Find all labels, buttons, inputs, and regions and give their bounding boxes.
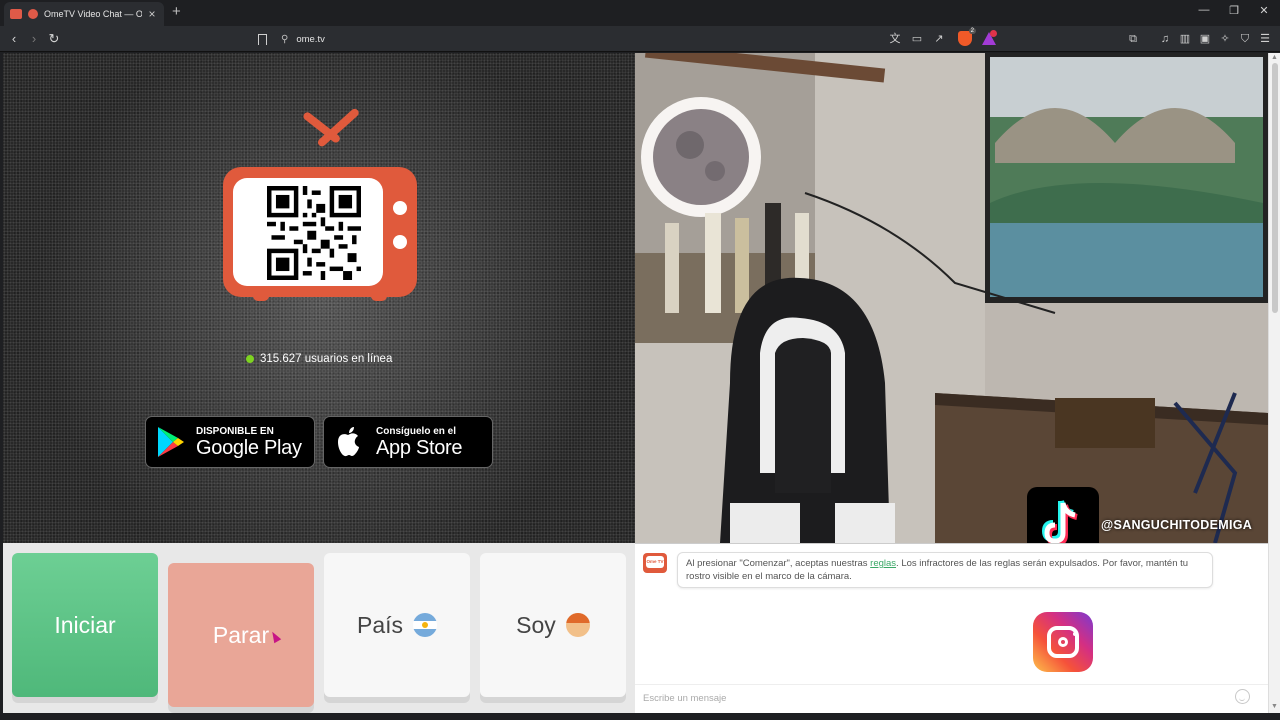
reload-icon[interactable]: ↻ [46,30,62,48]
emoji-icon[interactable] [1235,689,1250,704]
tv-screen [233,178,383,286]
cast-icon[interactable]: ▭ [910,32,924,46]
tab-title: OmeTV Video Chat — Omeg [44,9,142,19]
omnibox[interactable]: ⚲ ome.tv [258,29,998,49]
stranger-video-panel: 315.627 usuarios en línea DISPONIBLE EN … [3,53,635,543]
start-label: Iniciar [54,611,116,638]
url-text[interactable]: ome.tv [296,34,325,45]
sidebar-icon[interactable]: ▥ [1178,32,1192,46]
ometv-chat-logo-icon: Ome TV [643,553,667,573]
online-users: 315.627 usuarios en línea [246,353,392,365]
instagram-flash [1073,632,1077,636]
tiktok-handle-overlay: @SANGUCHITODEMIGA [1101,518,1253,532]
minimize-icon[interactable]: — [1196,4,1212,16]
argentina-flag-icon [413,613,438,637]
google-play-small-text: DISPONIBLE EN [196,425,274,437]
scroll-thumb[interactable] [1272,63,1278,313]
address-bar: ‹ › ↻ ⚲ ome.tv 文 ▭ ↗ 2 ⧉ ♫ ▥ ▣ ✧ ⛉ ☰ [0,26,1280,52]
webcam-scene [635,53,1268,543]
ometv-favicon-icon [10,9,22,19]
instagram-lens [1058,637,1068,647]
google-play-button[interactable]: DISPONIBLE EN Google Play [145,416,315,468]
app-store-small-text: Consíguelo en el [376,425,457,437]
wallet-icon[interactable]: ▣ [1198,32,1212,46]
ometv-page: 315.627 usuarios en línea DISPONIBLE EN … [3,53,1268,713]
chat-panel: Ome TV Al presionar "Comenzar", aceptas … [635,543,1268,713]
gender-button[interactable]: Soy [480,553,626,697]
start-button[interactable]: Iniciar [12,553,158,697]
brave-shields-icon[interactable]: 2 [958,28,976,46]
close-tab-icon[interactable]: × [146,7,158,21]
rewards-notification-badge [990,30,997,37]
translate-icon[interactable]: 文 [888,32,902,46]
tv-leg [253,291,269,301]
google-play-big-text: Google Play [196,436,302,459]
vpn-icon[interactable]: ⛉ [1238,32,1252,46]
instagram-icon [1033,612,1093,672]
chat-logo-text: Ome TV [646,556,664,568]
tiktok-logo [1041,500,1078,543]
tiktok-icon [1027,487,1099,543]
tv-knob [393,235,407,249]
instagram-camera-outline [1047,626,1079,658]
close-window-icon[interactable]: ✕ [1256,4,1272,17]
new-tab-button[interactable]: + [172,4,181,20]
share-icon[interactable]: ↗ [932,32,946,46]
tv-body [223,167,417,297]
country-button[interactable]: País [324,553,470,697]
forward-icon[interactable]: › [26,30,42,48]
audio-playing-icon[interactable] [28,9,38,19]
stop-label: Parar [212,621,270,648]
tab-bar: OmeTV Video Chat — Omeg × + — ❐ ✕ [0,0,1280,26]
ometv-qr-logo [223,107,417,306]
qr-code-icon [267,186,361,280]
chat-input-row [635,684,1268,710]
country-label: País [356,611,404,638]
page-scrollbar[interactable]: ▲ ▼ [1268,53,1280,713]
online-status-icon [246,355,254,363]
site-info-icon[interactable]: ⚲ [281,34,288,45]
google-play-icon [158,427,184,457]
system-message-before: Al presionar "Comenzar", aceptas nuestra… [686,558,871,569]
shields-count-badge: 2 [968,28,976,34]
tv-knob [393,201,407,215]
control-buttons: Iniciar Parar País Soy [3,543,635,713]
app-store-button[interactable]: Consíguelo en el App Store [323,416,493,468]
scroll-down-icon[interactable]: ▼ [1271,703,1278,710]
system-message: Al presionar "Comenzar", aceptas nuestra… [677,552,1213,588]
own-webcam-panel: @SANGUCHITODEMIGA [635,53,1268,543]
back-icon[interactable]: ‹ [6,30,22,48]
gender-label: Soy [516,611,556,638]
tab-ometv[interactable]: OmeTV Video Chat — Omeg × [4,2,164,26]
restore-icon[interactable]: ❐ [1226,4,1242,17]
bookmark-icon[interactable] [258,33,267,45]
app-store-big-text: App Store [376,436,463,459]
leo-icon[interactable]: ✧ [1218,32,1232,46]
media-icon[interactable]: ♫ [1158,32,1172,46]
online-count: 315.627 usuarios en línea [260,353,393,365]
stop-button[interactable]: Parar [168,563,314,707]
rules-link[interactable]: reglas [870,558,896,569]
chat-message-input[interactable] [643,690,1223,706]
menu-icon[interactable]: ☰ [1258,32,1272,46]
apple-icon [338,427,359,457]
tv-leg [371,291,387,301]
boy-emoji-icon [565,613,590,637]
scroll-up-icon[interactable]: ▲ [1271,54,1278,61]
extensions-icon[interactable]: ⧉ [1126,32,1140,46]
